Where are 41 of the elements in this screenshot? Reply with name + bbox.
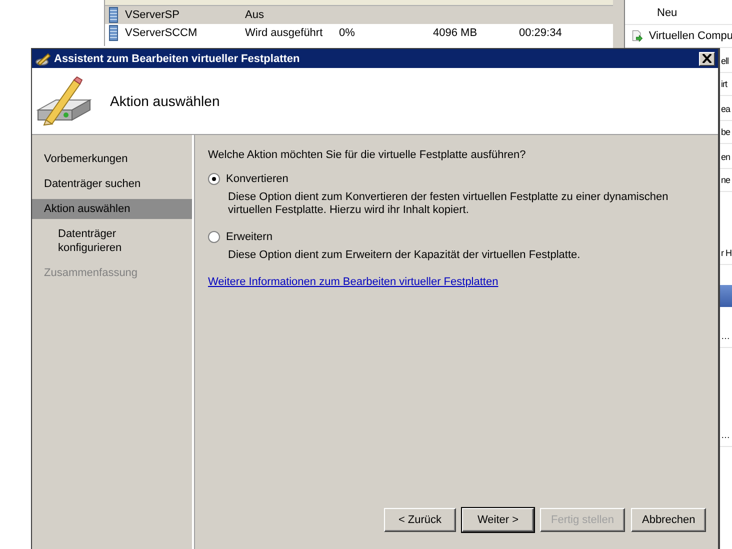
table-cell-text: 00:29:34 — [519, 27, 563, 39]
action-link[interactable]: ell — [721, 56, 729, 66]
table-cell-text: 4096 MB — [433, 27, 478, 39]
wizard-step[interactable]: Datenträger konfigurieren — [32, 224, 148, 258]
wizard-button[interactable]: Weiter > — [462, 508, 534, 532]
action-link[interactable]: … — [721, 331, 730, 341]
wizard-button[interactable]: Abbrechen — [630, 508, 706, 532]
action-link[interactable]: be — [721, 127, 730, 137]
action-link[interactable]: Virtuellen Compu — [648, 30, 732, 42]
action-link[interactable]: … — [721, 430, 730, 440]
server-icon — [109, 25, 118, 41]
action-link[interactable]: en — [721, 152, 730, 162]
radio-button[interactable] — [208, 231, 220, 243]
page-heading: Aktion auswählen — [110, 93, 220, 109]
server-icon — [109, 7, 118, 23]
wizard-step[interactable]: Aktion auswählen — [32, 199, 192, 219]
action-link[interactable]: irt — [721, 79, 727, 89]
wizard-step[interactable]: Datenträger suchen — [32, 174, 192, 194]
table-row[interactable]: VServerSP Aus — [105, 6, 613, 24]
action-link[interactable]: ne — [721, 175, 730, 185]
table-cell-text: Wird ausgeführt — [245, 27, 324, 39]
close-button[interactable] — [699, 52, 715, 66]
option-label[interactable]: Konvertieren — [226, 173, 288, 185]
option-description: Diese Option dient zum Konvertieren der festen virtuellen Festplatte zu einer dynamischen virtuellen Festplatte. Hierzu wird ihr Inhalt kopiert. — [228, 191, 670, 217]
action-link[interactable]: r H — [721, 248, 732, 258]
option-description: Diese Option dient zum Erweitern der Kapazität der virtuellen Festplatte. — [228, 249, 582, 262]
table-cell-text: 0% — [339, 27, 356, 39]
wizard-button[interactable]: < Zurück — [384, 508, 456, 532]
help-link[interactable]: Weitere Informationen zum Bearbeiten virtueller Festplatten — [208, 276, 498, 288]
table-cell-text: VServerSP — [125, 9, 180, 21]
option-label[interactable]: Erweitern — [226, 231, 272, 243]
window-title: Assistent zum Bearbeiten virtueller Festplatten — [54, 52, 301, 64]
pencil-disk-icon — [34, 76, 94, 126]
action-link[interactable]: Neu — [657, 7, 678, 19]
table-cell-text: Aus — [245, 9, 265, 21]
question-text: Welche Aktion möchten Sie für die virtuelle Festplatte ausführen? — [208, 149, 527, 161]
action-link[interactable]: ea — [721, 104, 730, 114]
radio-button[interactable] — [208, 173, 220, 185]
wizard-step[interactable]: Vorbemerkungen — [32, 149, 192, 169]
table-row[interactable]: VServerSCCM Wird ausgeführt 0% 4096 MB 00:29:34 — [105, 24, 613, 42]
table-cell-text: VServerSCCM — [125, 27, 198, 39]
